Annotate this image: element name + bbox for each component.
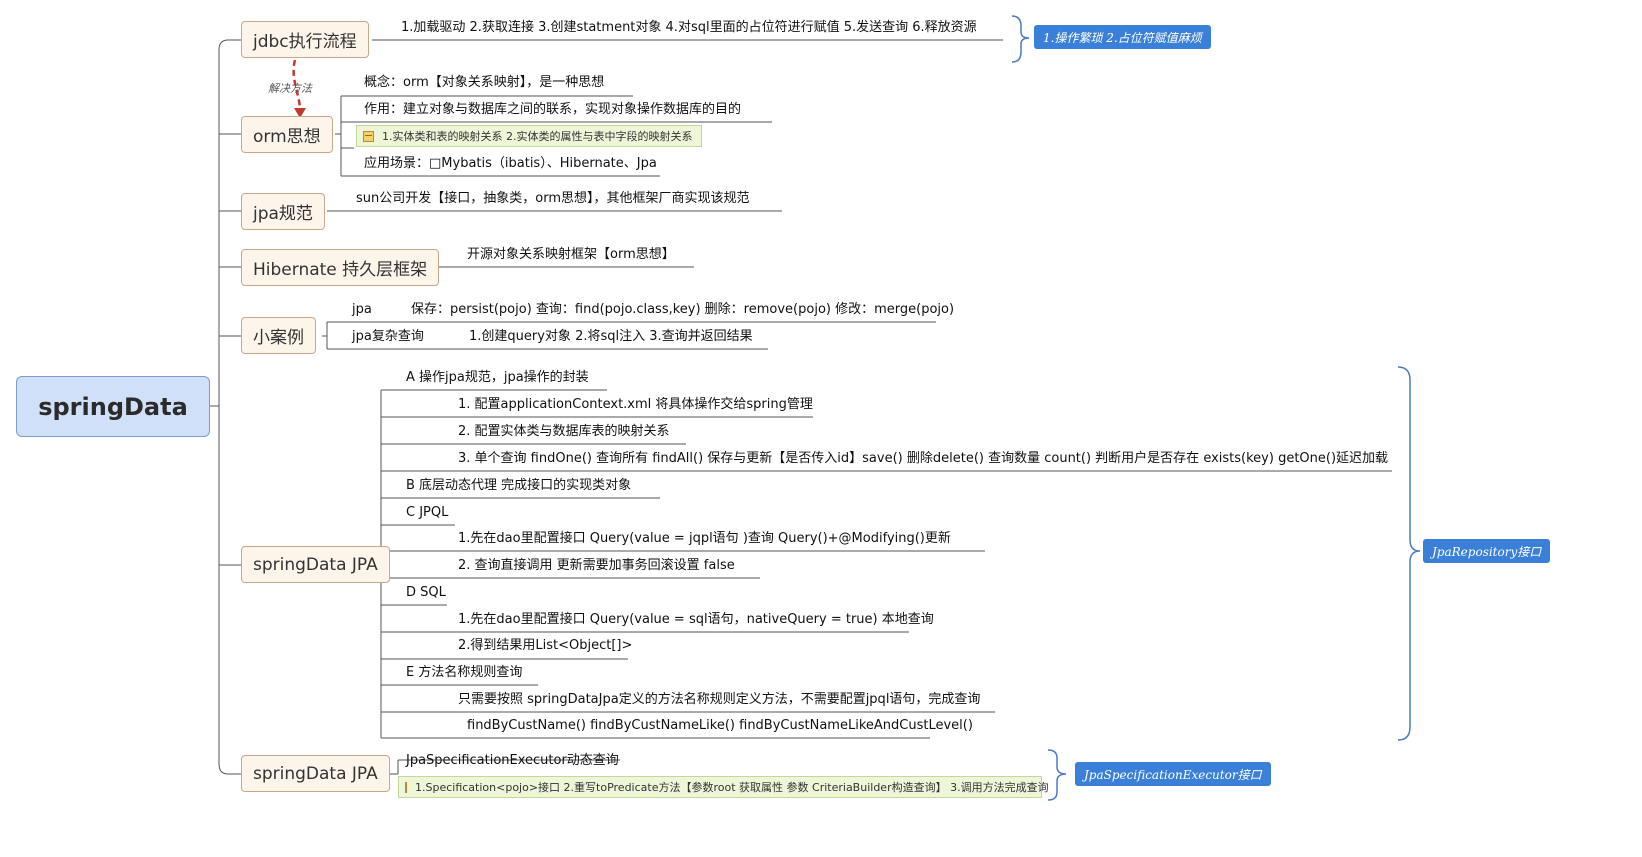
leaf-sdj-c2[interactable]: 2. 查询直接调用 更新需要加事务回滚设置 false (458, 557, 735, 575)
note-icon (363, 130, 374, 142)
leaf-sdj-e[interactable]: E 方法名称规则查询 (406, 664, 522, 682)
topic-jpa[interactable]: jpa规范 (241, 193, 325, 230)
brace-icon (1011, 15, 1421, 801)
leaf-orm-scenario[interactable]: 应用场景：□Mybatis（ibatis）、Hibernate、Jpa (364, 155, 657, 173)
leaf-case-complex-steps[interactable]: 1.创建query对象 2.将sql注入 3.查询并返回结果 (469, 328, 753, 346)
topic-hibernate[interactable]: Hibernate 持久层框架 (241, 249, 440, 286)
note-orm[interactable]: 1.实体类和表的映射关系 2.实体类的属性与表中字段的映射关系 (356, 125, 702, 147)
note-spec-text: 1.Specification<pojo>接口 2.重写toPredicate方… (415, 781, 1049, 794)
topic-springdata-jpa[interactable]: springData JPA (241, 546, 390, 583)
summary-jparepository[interactable]: JpaRepository接口 (1423, 539, 1551, 563)
note-icon (405, 781, 407, 793)
leaf-jdbc-steps[interactable]: 1.加载驱动 2.获取连接 3.创建statment对象 4.对sql里面的占位… (401, 19, 977, 37)
leaf-sdj-d[interactable]: D SQL (406, 584, 446, 602)
note-orm-text: 1.实体类和表的映射关系 2.实体类的属性与表中字段的映射关系 (382, 130, 693, 143)
leaf-spec-executor[interactable]: JpaSpecificationExecutor动态查询 (406, 752, 619, 770)
topic-case[interactable]: 小案例 (241, 317, 316, 354)
leaf-sdj-d1[interactable]: 1.先在dao里配置接口 Query(value = sql语句，nativeQ… (458, 611, 934, 629)
leaf-sdj-d2[interactable]: 2.得到结果用List<Object[]> (458, 637, 632, 655)
leaf-sdj-a2[interactable]: 2. 配置实体类与数据库表的映射关系 (458, 423, 670, 441)
leaf-case-complex-label[interactable]: jpa复杂查询 (352, 328, 424, 346)
leaf-hibernate[interactable]: 开源对象关系映射框架【orm思想】 (467, 246, 675, 264)
leaf-orm-effect[interactable]: 作用：建立对象与数据库之间的联系，实现对象操作数据库的目的 (364, 101, 741, 119)
topic-springdata-jpa-spec[interactable]: springData JPA (241, 755, 390, 792)
leaf-sdj-c1[interactable]: 1.先在dao里配置接口 Query(value = jqpl语句 )查询 Qu… (458, 530, 951, 548)
leaf-case-jpa-ops[interactable]: 保存：persist(pojo) 查询：find(pojo.class,key)… (411, 301, 954, 319)
root-topic[interactable]: springData (16, 376, 210, 437)
note-spec[interactable]: 1.Specification<pojo>接口 2.重写toPredicate方… (398, 776, 1049, 798)
relation-label: 解决方法 (268, 82, 312, 95)
topic-orm[interactable]: orm思想 (241, 116, 333, 153)
summary-spec-executor[interactable]: JpaSpecificationExecutor接口 (1075, 762, 1271, 786)
leaf-orm-concept[interactable]: 概念：orm【对象关系映射】，是一种思想 (364, 74, 604, 92)
leaf-case-jpa-label[interactable]: jpa (352, 301, 372, 319)
leaf-sdj-a3[interactable]: 3. 单个查询 findOne() 查询所有 findAll() 保存与更新【是… (458, 450, 1388, 468)
leaf-jpa-spec[interactable]: sun公司开发【接口，抽象类，orm思想】，其他框架厂商实现该规范 (356, 190, 750, 208)
leaf-sdj-a[interactable]: A 操作jpa规范，jpa操作的封装 (406, 369, 589, 387)
leaf-sdj-c[interactable]: C JPQL (406, 504, 448, 522)
leaf-sdj-b[interactable]: B 底层动态代理 完成接口的实现类对象 (406, 477, 631, 495)
leaf-sdj-e2[interactable]: findByCustName() findByCustNameLike() fi… (467, 717, 973, 735)
topic-jdbc[interactable]: jdbc执行流程 (241, 21, 369, 58)
leaf-sdj-a1[interactable]: 1. 配置applicationContext.xml 将具体操作交给sprin… (458, 396, 813, 414)
leaf-sdj-e1[interactable]: 只需要按照 springDataJpa定义的方法名称规则定义方法，不需要配置jp… (458, 691, 980, 709)
summary-jdbc[interactable]: 1.操作繁琐 2.占位符赋值麻烦 (1034, 25, 1211, 49)
